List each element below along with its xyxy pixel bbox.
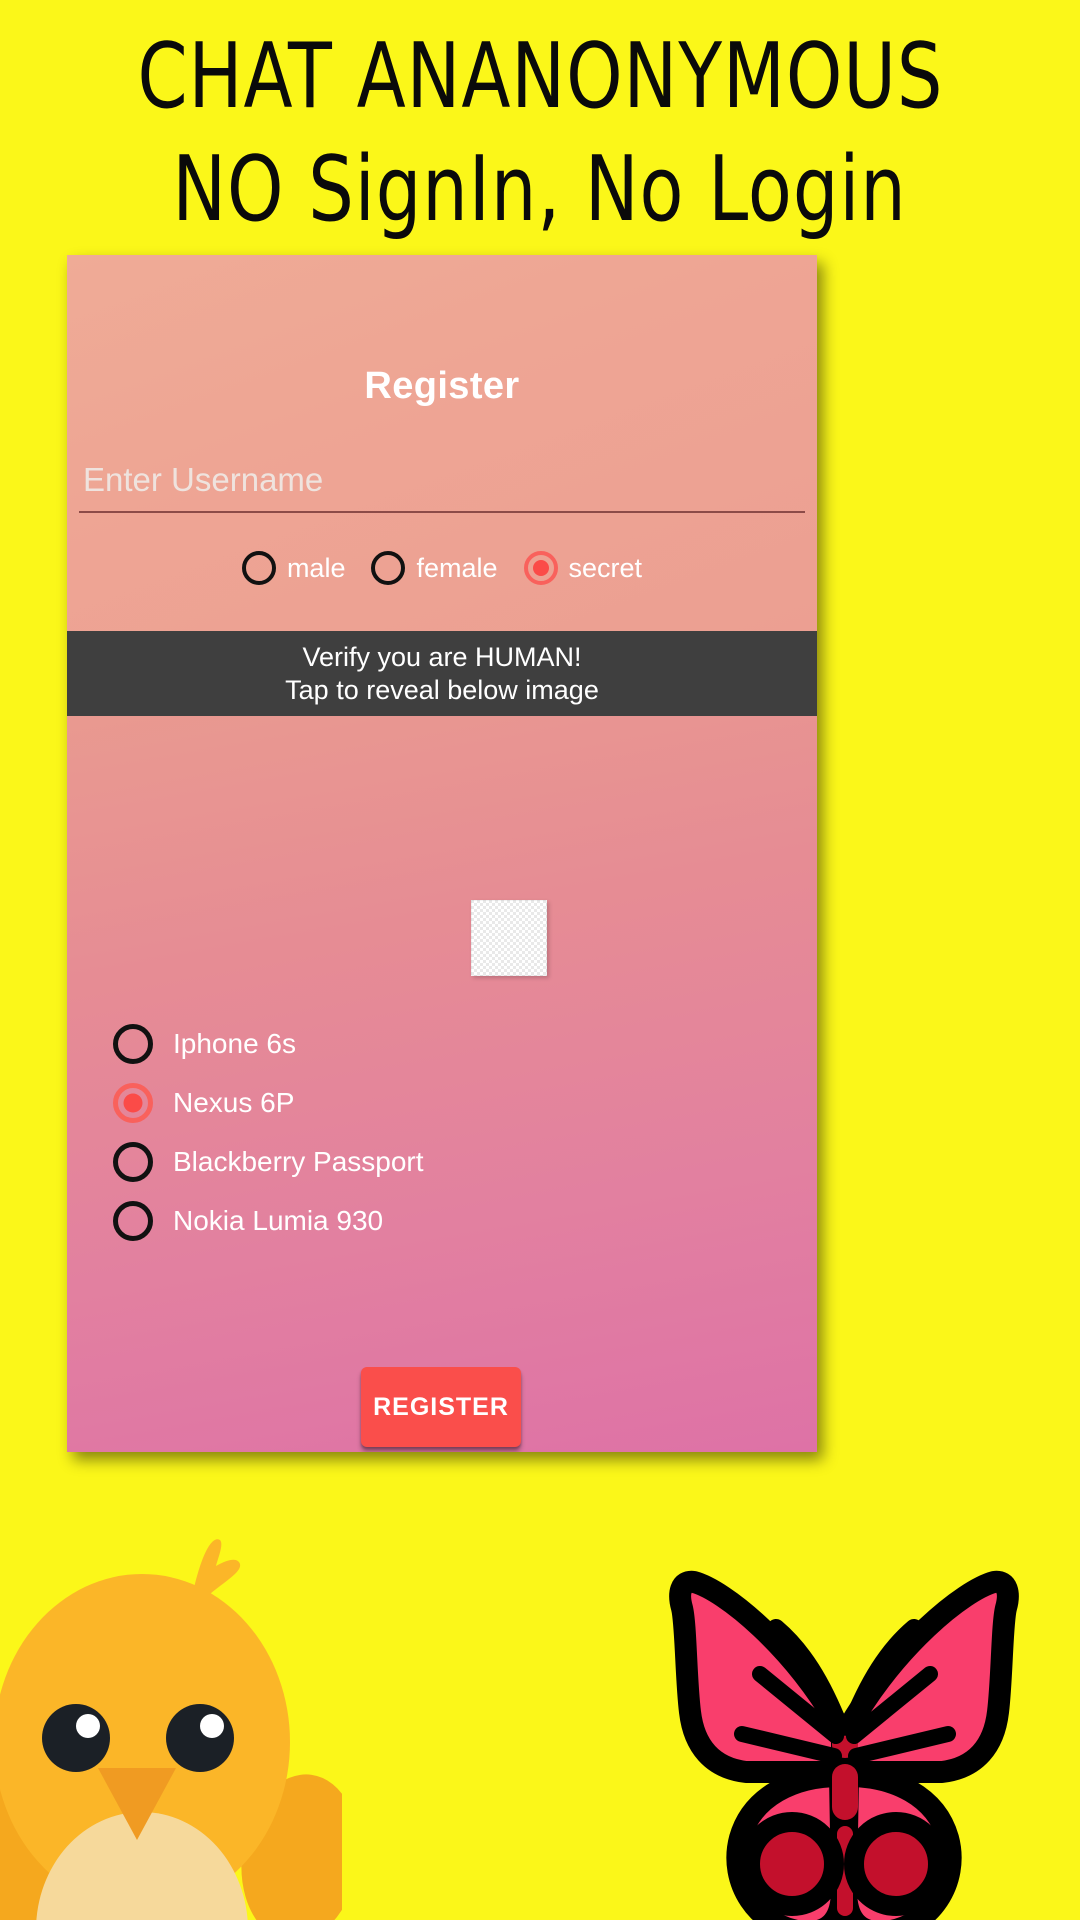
radio-unchecked-icon[interactable] <box>371 551 406 585</box>
username-input[interactable] <box>79 461 805 513</box>
radio-unchecked-icon[interactable] <box>113 1201 153 1241</box>
device-option-nokia-lumia-930[interactable]: Nokia Lumia 930 <box>113 1192 773 1250</box>
username-field-wrapper <box>79 461 805 513</box>
captcha-image-placeholder[interactable] <box>471 900 547 976</box>
device-option-blackberry-passport[interactable]: Blackberry Passport <box>113 1133 773 1191</box>
page-title: Register <box>364 365 520 407</box>
verify-line-1: Verify you are HUMAN! <box>302 641 582 672</box>
gender-option-female[interactable]: female <box>371 551 498 585</box>
device-option-iphone-6s[interactable]: Iphone 6s <box>113 1015 773 1073</box>
radio-unchecked-icon[interactable] <box>241 551 276 585</box>
banner-title-line-2: NO SignIn, No Login <box>172 137 908 243</box>
gender-radio-group: male female secret <box>67 551 817 585</box>
gender-label-male: male <box>286 552 346 583</box>
radio-unchecked-icon[interactable] <box>113 1142 153 1182</box>
device-label-nokia-lumia-930: Nokia Lumia 930 <box>173 1205 384 1236</box>
app-banner: CHAT ANANONYMOUS NO SignIn, No Login <box>0 0 1080 255</box>
device-label-iphone-6s: Iphone 6s <box>173 1028 296 1059</box>
gender-label-female: female <box>416 552 498 583</box>
gender-option-secret[interactable]: secret <box>523 551 643 585</box>
butterfly-mascot-icon <box>669 1570 1019 1920</box>
chick-mascot-icon <box>0 1539 342 1920</box>
radio-unchecked-icon[interactable] <box>113 1024 153 1064</box>
device-label-nexus-6p: Nexus 6P <box>173 1087 295 1118</box>
radio-checked-icon[interactable] <box>113 1083 153 1123</box>
device-option-nexus-6p[interactable]: Nexus 6P <box>113 1074 773 1132</box>
device-label-blackberry-passport: Blackberry Passport <box>173 1146 424 1177</box>
radio-checked-icon[interactable] <box>523 551 558 585</box>
verify-human-banner[interactable]: Verify you are HUMAN! Tap to reveal belo… <box>67 631 817 716</box>
card-top-section: Register male female secret <box>67 255 817 631</box>
gender-option-male[interactable]: male <box>241 551 346 585</box>
register-button[interactable]: REGISTER <box>361 1367 521 1447</box>
device-radio-group: Iphone 6s Nexus 6P Blackberry Passport N… <box>113 1015 773 1251</box>
banner-title-line-1: CHAT ANANONYMOUS <box>137 24 943 129</box>
gender-label-secret: secret <box>568 552 643 583</box>
verify-line-2: Tap to reveal below image <box>285 674 599 705</box>
register-card: Register male female secret Verify you a… <box>67 255 817 1452</box>
